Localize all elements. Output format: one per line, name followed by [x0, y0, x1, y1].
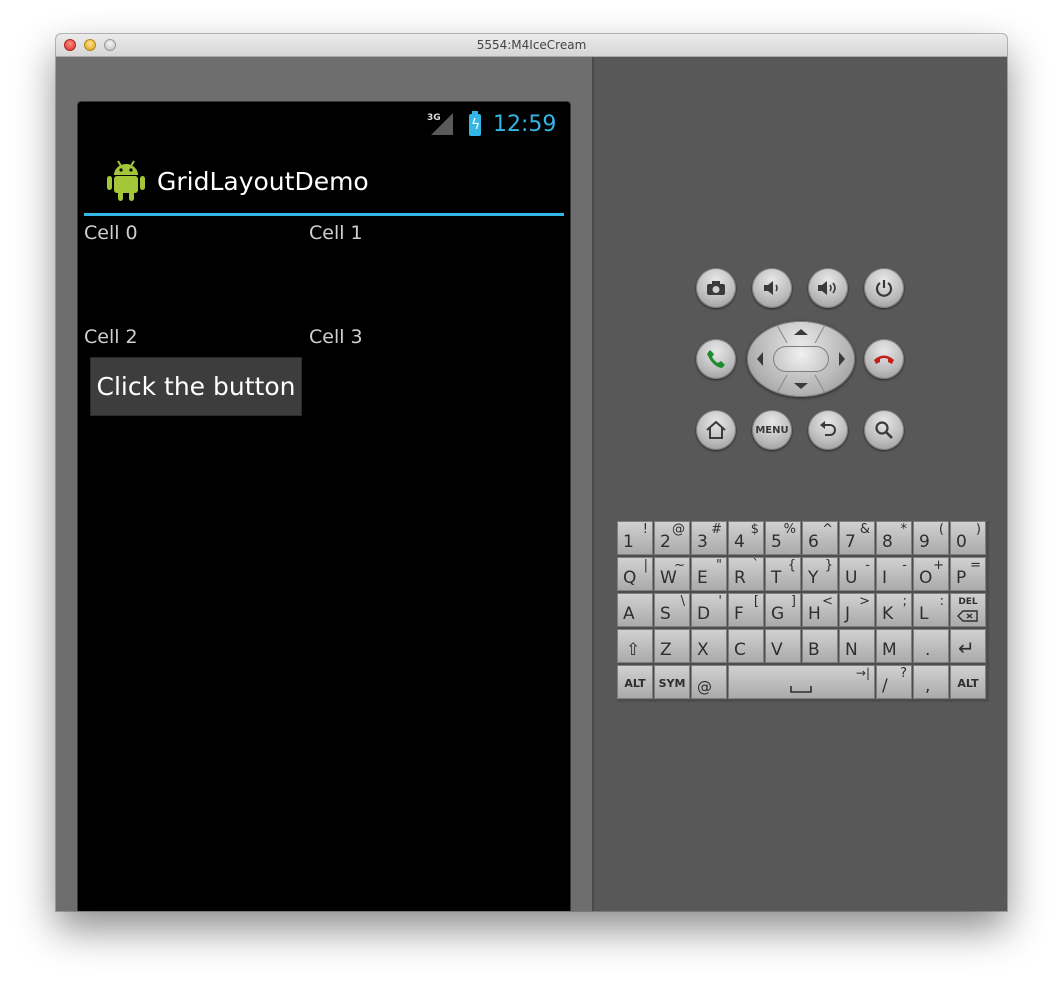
key-9[interactable]: 9( [913, 521, 949, 555]
key-y[interactable]: Y} [802, 557, 838, 591]
key-0[interactable]: 0) [950, 521, 986, 555]
key-b[interactable]: B [802, 629, 838, 663]
key-enter[interactable]: ↵ [950, 629, 986, 663]
key-k[interactable]: K; [876, 593, 912, 627]
key-8[interactable]: 8 * [876, 521, 912, 555]
menu-button[interactable]: MENU [752, 410, 792, 450]
key-s[interactable]: S \ [654, 593, 690, 627]
network-type: 3G [427, 113, 441, 123]
key-c[interactable]: C [728, 629, 764, 663]
home-icon [706, 420, 726, 439]
status-clock: 12:59 [493, 112, 557, 137]
key-m[interactable]: M [876, 629, 912, 663]
key-a[interactable]: A [617, 593, 653, 627]
emulator-window: 5554:M4IceCream 3G ϟ 12:59 GridLayoutDem… [56, 34, 1007, 911]
key-t[interactable]: T{ [765, 557, 801, 591]
key-2[interactable]: 2 @ [654, 521, 690, 555]
volume-up-button[interactable] [808, 268, 848, 308]
key-3[interactable]: 3 # [691, 521, 727, 555]
backspace-icon [957, 610, 978, 622]
shift-icon: ⇧ [626, 640, 641, 660]
back-icon [820, 421, 836, 436]
key-w[interactable]: W ~ [654, 557, 690, 591]
camera-icon [707, 281, 725, 295]
end-call-button[interactable] [864, 339, 904, 379]
enter-icon: ↵ [958, 636, 975, 660]
key-alt-right[interactable]: ALT [950, 665, 986, 699]
key-o[interactable]: O + [913, 557, 949, 591]
key-6[interactable]: 6 ^ [802, 521, 838, 555]
key-shift[interactable]: ⇧ [617, 629, 653, 663]
signal-3g-icon: 3G [427, 113, 455, 137]
device-pane: 3G ϟ 12:59 GridLayoutDemo Cell 0 Cell 1 … [56, 57, 592, 911]
hardware-keyboard: 1! 2 @ 3 # 4 $ 5% 6 ^ 7 & 8 * 9( 0) Q | W ~ E " R… [617, 521, 989, 702]
space-icon [790, 686, 812, 693]
key-space[interactable]: →| [728, 665, 875, 699]
status-bar: 3G ϟ 12:59 [78, 102, 570, 146]
key-j[interactable]: J > [839, 593, 875, 627]
key-sym[interactable]: SYM [654, 665, 690, 699]
key-x[interactable]: X [691, 629, 727, 663]
key-1[interactable]: 1! [617, 521, 653, 555]
key-g[interactable]: G] [765, 593, 801, 627]
grid-cell-0: Cell 0 [84, 222, 138, 244]
window-title: 5554:M4IceCream [476, 38, 587, 52]
key-alt-left[interactable]: ALT [617, 665, 653, 699]
key-r[interactable]: R ` [728, 557, 764, 591]
key-5[interactable]: 5% [765, 521, 801, 555]
key-at[interactable]: @ [691, 665, 727, 699]
phone-call-icon [707, 350, 725, 368]
volume-up-icon [818, 281, 836, 295]
key-p[interactable]: P = [950, 557, 986, 591]
power-icon [875, 280, 893, 297]
search-button[interactable] [864, 410, 904, 450]
title-bar: 5554:M4IceCream [56, 34, 1007, 57]
key-del[interactable]: DEL [950, 593, 986, 627]
key-q[interactable]: Q | [617, 557, 653, 591]
key-7[interactable]: 7 & [839, 521, 875, 555]
home-button[interactable] [696, 410, 736, 450]
key-d[interactable]: D ' [691, 593, 727, 627]
key-h[interactable]: H < [802, 593, 838, 627]
back-button[interactable] [808, 410, 848, 450]
key-e[interactable]: E " [691, 557, 727, 591]
key-slash[interactable]: /? [876, 665, 912, 699]
tab-label: →| [855, 666, 870, 680]
click-the-button[interactable]: Click the button [90, 357, 302, 416]
search-icon [875, 421, 893, 439]
action-bar-divider [84, 213, 564, 216]
end-call-icon [874, 355, 894, 364]
dpad-center-button[interactable] [773, 346, 829, 372]
volume-down-button[interactable] [752, 268, 792, 308]
android-app-icon[interactable] [106, 157, 146, 203]
controls-pane: MENU 1! 2 @ 3 # 4 $ 5% 6 ^ 7 & 8 * 9 (0… [594, 57, 1007, 911]
action-bar: GridLayoutDemo [84, 146, 564, 212]
key-f[interactable]: F[ [728, 593, 764, 627]
grid-cell-1: Cell 1 [309, 222, 363, 244]
key-i[interactable]: I- [876, 557, 912, 591]
key-4[interactable]: 4 $ [728, 521, 764, 555]
volume-down-icon [764, 281, 778, 295]
key-comma[interactable]: , [913, 665, 949, 699]
key-v[interactable]: V [765, 629, 801, 663]
menu-label: MENU [755, 424, 789, 436]
key-period[interactable]: . [913, 629, 949, 663]
grid-cell-3: Cell 3 [309, 326, 363, 348]
phone-screen[interactable]: 3G ϟ 12:59 GridLayoutDemo Cell 0 Cell 1 … [78, 102, 570, 911]
app-title: GridLayoutDemo [157, 167, 369, 196]
power-button[interactable] [864, 268, 904, 308]
camera-button[interactable] [696, 268, 736, 308]
dpad[interactable] [747, 321, 855, 397]
key-l[interactable]: L: [913, 593, 949, 627]
call-button[interactable] [696, 339, 736, 379]
grid-cell-2: Cell 2 [84, 326, 138, 348]
key-n[interactable]: N [839, 629, 875, 663]
battery-charging-icon: ϟ [469, 111, 481, 136]
key-u[interactable]: U- [839, 557, 875, 591]
key-z[interactable]: Z [654, 629, 690, 663]
